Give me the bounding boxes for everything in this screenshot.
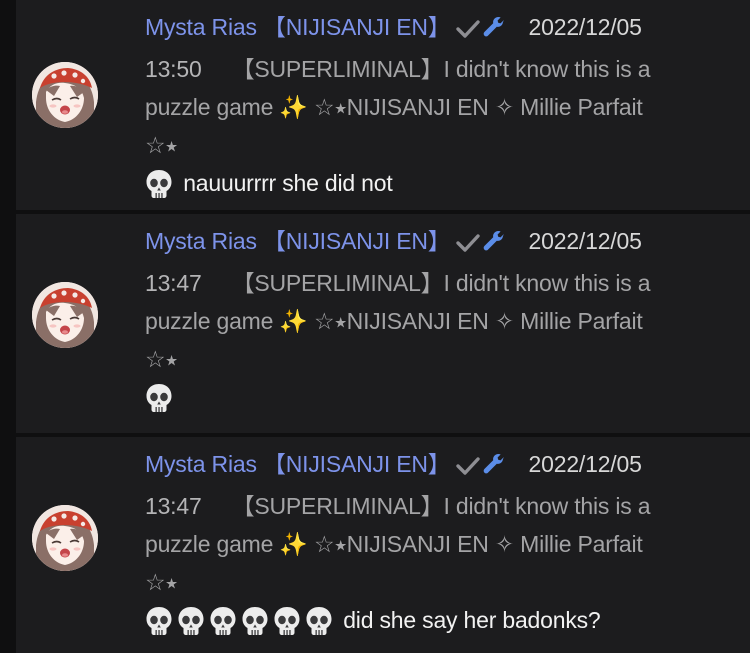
skull-emoji	[305, 606, 333, 636]
skull-emoji-group	[145, 384, 177, 410]
wrench-icon	[483, 11, 505, 49]
comment-feed: Mysta Rias 【NIJISANJI EN】 2022/12/05 13:5…	[0, 0, 750, 653]
comment-date: 2022/12/05	[528, 228, 642, 254]
comment-header: Mysta Rias 【NIJISANJI EN】 2022/12/05	[145, 8, 722, 50]
comment-time: 13:47	[145, 270, 202, 296]
author-name[interactable]: Mysta Rias 【NIJISANJI EN】	[145, 14, 451, 40]
check-icon	[455, 12, 481, 50]
check-icon	[455, 449, 481, 487]
video-title[interactable]: 【SUPERLIMINAL】I didn't know this is a	[232, 493, 651, 519]
comment-text-row: did she say her badonks?	[145, 601, 722, 639]
skull-emoji-group	[145, 170, 183, 196]
comment-date: 2022/12/05	[528, 451, 642, 477]
comment-text: did she say her badonks?	[343, 607, 601, 633]
video-title-line[interactable]: puzzle game ✨ ☆⭑NIJISANJI EN ✧ Millie Pa…	[145, 525, 722, 563]
check-icon	[455, 226, 481, 264]
video-title-line: 13:47 【SUPERLIMINAL】I didn't know this is…	[145, 487, 722, 525]
video-title-line[interactable]: ☆⭑	[145, 340, 722, 378]
video-title[interactable]: 【SUPERLIMINAL】I didn't know this is a	[232, 270, 651, 296]
author-name[interactable]: Mysta Rias 【NIJISANJI EN】	[145, 451, 451, 477]
avatar[interactable]	[32, 282, 98, 348]
video-title-line[interactable]: ☆⭑	[145, 563, 722, 601]
skull-emoji	[145, 606, 173, 636]
comment-content: Mysta Rias 【NIJISANJI EN】 2022/12/05 13:5…	[145, 8, 722, 202]
comment-card[interactable]: Mysta Rias 【NIJISANJI EN】 2022/12/05 13:5…	[16, 0, 750, 210]
skull-emoji	[145, 169, 173, 199]
skull-emoji	[241, 606, 269, 636]
video-title-line[interactable]: puzzle game ✨ ☆⭑NIJISANJI EN ✧ Millie Pa…	[145, 302, 722, 340]
avatar[interactable]	[32, 62, 98, 128]
video-title-line: 13:50 【SUPERLIMINAL】I didn't know this is…	[145, 50, 722, 88]
skull-emoji	[209, 606, 237, 636]
skull-emoji	[177, 606, 205, 636]
video-title[interactable]: 【SUPERLIMINAL】I didn't know this is a	[232, 56, 651, 82]
comment-content: Mysta Rias 【NIJISANJI EN】 2022/12/05 13:4…	[145, 445, 722, 639]
comment-date: 2022/12/05	[528, 14, 642, 40]
avatar[interactable]	[32, 505, 98, 571]
video-title-line: 13:47 【SUPERLIMINAL】I didn't know this is…	[145, 264, 722, 302]
skull-emoji	[273, 606, 301, 636]
comment-card[interactable]: Mysta Rias 【NIJISANJI EN】 2022/12/05 13:4…	[16, 214, 750, 433]
author-name[interactable]: Mysta Rias 【NIJISANJI EN】	[145, 228, 451, 254]
comment-text-row	[145, 378, 722, 416]
video-title-line[interactable]: ☆⭑	[145, 126, 722, 164]
comment-content: Mysta Rias 【NIJISANJI EN】 2022/12/05 13:4…	[145, 222, 722, 416]
comment-time: 13:47	[145, 493, 202, 519]
video-title-line[interactable]: puzzle game ✨ ☆⭑NIJISANJI EN ✧ Millie Pa…	[145, 88, 722, 126]
comment-header: Mysta Rias 【NIJISANJI EN】 2022/12/05	[145, 222, 722, 264]
skull-emoji	[145, 383, 173, 413]
skull-emoji-group	[145, 607, 343, 633]
comment-text-row: nauuurrrr she did not	[145, 164, 722, 202]
comment-text: nauuurrrr she did not	[183, 170, 393, 196]
comment-time: 13:50	[145, 56, 202, 82]
wrench-icon	[483, 448, 505, 486]
comment-header: Mysta Rias 【NIJISANJI EN】 2022/12/05	[145, 445, 722, 487]
comment-card[interactable]: Mysta Rias 【NIJISANJI EN】 2022/12/05 13:4…	[16, 437, 750, 653]
wrench-icon	[483, 225, 505, 263]
